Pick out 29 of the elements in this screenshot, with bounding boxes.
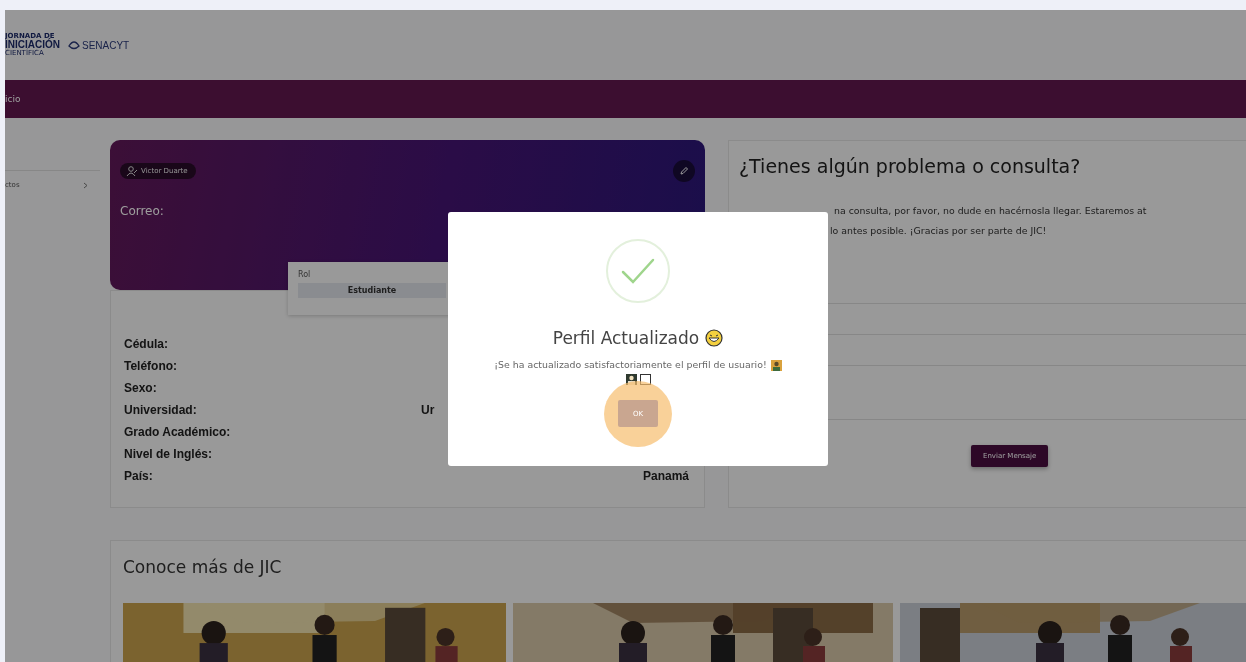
detail-label: Nivel de Inglés: [124,446,214,463]
logo-icon [68,40,80,50]
detail-value: Ur [421,402,435,419]
detail-label: Teléfono: [124,358,179,375]
detail-label: Grado Académico: [124,424,232,441]
person-icon [770,360,782,371]
user-icon [126,166,138,176]
detail-label: Sexo: [124,380,158,397]
contact-title: ¿Tienes algún problema o consulta? [739,155,1082,177]
dialog-message: ¡Se ha actualizado satisfactoriamente el perfil de usuario! [494,359,767,370]
edit-button[interactable] [673,160,695,182]
role-field[interactable]: Estudiante [298,283,446,298]
contact-text: na consulta, por favor, no dude en hacérnosla llegar. Estaremos at [834,205,1148,216]
chevron-icon [83,181,88,189]
checkmark-icon [605,238,671,304]
email-label: Correo: [120,204,164,218]
laughing-face-icon [705,329,724,347]
partner-logo-text: SENACYT [82,39,130,51]
detail-label: Universidad: [124,402,198,419]
dialog-title: Perfil Actualizado [552,328,700,348]
pencil-icon [679,166,689,176]
contact-text: lo antes posible. ¡Gracias por ser parte de JIC! [830,225,1048,236]
detail-value: Panamá [642,468,690,485]
nav-link[interactable]: icio [5,94,21,104]
detail-label: Cédula: [124,336,169,353]
detail-label: País: [124,468,154,485]
logo-text: INICIACIÓN [5,40,60,50]
gallery-title: Conoce más de JIC [123,557,282,577]
role-label: Rol [298,270,312,279]
